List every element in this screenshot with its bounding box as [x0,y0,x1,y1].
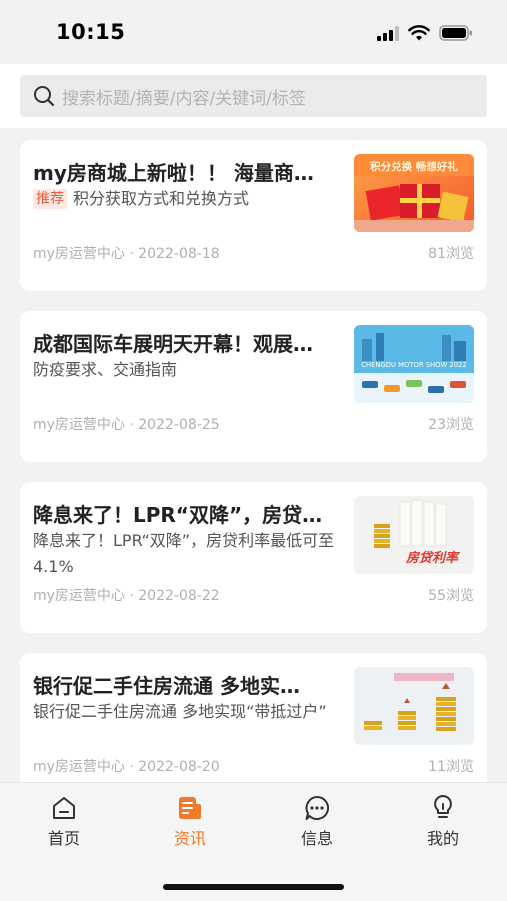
news-summary: 推荐 积分获取方式和兑换方式 [33,186,348,212]
recommend-tag: 推荐 [33,189,67,209]
tab-profile-label: 我的 [426,829,459,848]
tab-profile[interactable]: 我的 [403,793,483,849]
news-icon [175,793,205,823]
status-icons [377,25,473,41]
news-title: 降息来了！LPR“双降”，房贷… [33,503,323,527]
tab-messages[interactable]: 信息 [277,793,357,849]
message-icon [302,793,332,823]
status-time: 10:15 [56,20,126,44]
news-title: 成都国际车展明天开幕！观展… [33,332,313,356]
news-source-date: my房运营中心 · 2022-08-18 [33,246,220,262]
news-source-date: my房运营中心 · 2022-08-20 [33,759,220,775]
news-view-count: 23浏览 [428,417,474,433]
cellular-signal-icon [377,25,399,41]
news-card[interactable]: my房商城上新啦！！ 海量商… 推荐 积分获取方式和兑换方式 my房运营中心 · … [20,140,487,291]
search-area: 搜索标题/摘要/内容/关键词/标签 [0,64,507,128]
search-icon [33,85,55,107]
news-thumbnail: 房贷利率 [354,496,474,574]
wifi-icon [408,25,430,41]
battery-icon [439,25,472,41]
news-card[interactable]: 降息来了！LPR“双降”，房贷… 降息来了！LPR“双降”，房贷利率最低可至4.… [20,482,487,633]
news-title: 银行促二手住房流通 多地实… [33,674,300,698]
news-thumbnail: CHENGDU MOTOR SHOW 2022 [354,325,474,403]
tab-home[interactable]: 首页 [24,793,104,849]
news-card[interactable]: 银行促二手住房流通 多地实… 银行促二手住房流通 多地实现“带抵过户” my房运… [20,653,487,782]
news-title: my房商城上新啦！！ 海量商… [33,161,314,185]
search-placeholder: 搜索标题/摘要/内容/关键词/标签 [62,88,306,109]
news-summary: 降息来了！LPR“双降”，房贷利率最低可至4.1% [33,531,335,576]
news-view-count: 81浏览 [428,246,474,262]
tab-news-label: 资讯 [173,829,206,848]
news-feed: my房商城上新啦！！ 海量商… 推荐 积分获取方式和兑换方式 my房运营中心 · … [0,128,507,782]
news-view-count: 55浏览 [428,588,474,604]
news-thumbnail [354,667,474,745]
tab-messages-label: 信息 [300,829,333,848]
news-view-count: 11浏览 [428,759,474,775]
news-card[interactable]: 成都国际车展明天开幕！观展… 防疫要求、交通指南 my房运营中心 · 2022-… [20,311,487,462]
news-source-date: my房运营中心 · 2022-08-22 [33,588,220,604]
news-source-date: my房运营中心 · 2022-08-25 [33,417,220,433]
news-thumbnail: 积分兑换 畅想好礼 [354,154,474,232]
tab-home-label: 首页 [47,829,80,848]
status-bar: 10:15 [0,0,507,64]
search-input[interactable]: 搜索标题/摘要/内容/关键词/标签 [20,75,487,117]
home-indicator [163,884,344,890]
thumbnail-caption: 积分兑换 畅想好礼 [370,160,458,173]
thumbnail-caption: 房贷利率 [405,550,461,566]
news-summary: 防疫要求、交通指南 [33,360,178,379]
news-summary-text: 积分获取方式和兑换方式 [73,189,250,208]
news-summary: 银行促二手住房流通 多地实现“带抵过户” [33,702,327,721]
thumbnail-caption: CHENGDU MOTOR SHOW 2022 [361,361,466,369]
tab-news[interactable]: 资讯 [150,793,230,849]
home-icon [49,793,79,823]
profile-icon [428,793,458,823]
